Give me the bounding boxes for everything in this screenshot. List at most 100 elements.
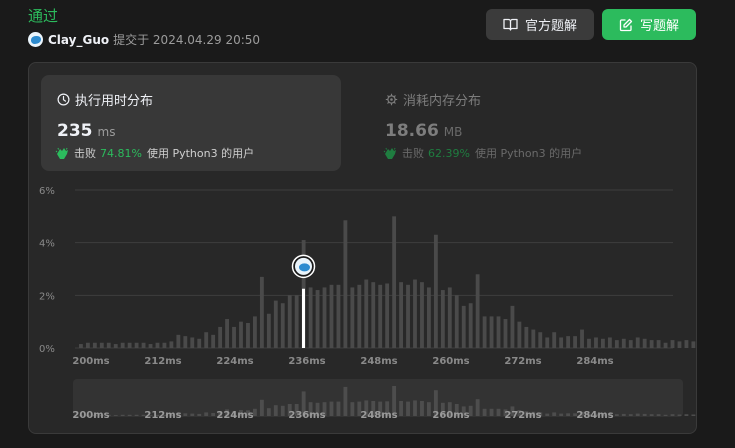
- mini-bar: [559, 413, 564, 416]
- bar: [106, 342, 111, 348]
- bar: [552, 332, 557, 348]
- mini-bar: [545, 413, 550, 416]
- mini-bar: [628, 414, 633, 416]
- bar: [204, 332, 209, 348]
- mini-bar: [684, 414, 689, 416]
- bar: [496, 316, 501, 348]
- mini-bar: [677, 414, 682, 416]
- bar: [273, 300, 278, 348]
- mini-bar: [420, 401, 424, 416]
- bar: [253, 316, 257, 348]
- x-tick-label: 236ms: [288, 356, 325, 367]
- mini-x-tick-label: 200ms: [72, 410, 109, 421]
- bar: [113, 344, 118, 348]
- y-tick-label: 6%: [39, 186, 55, 197]
- mini-x-tick-label: 224ms: [216, 410, 253, 421]
- bar: [392, 216, 397, 348]
- mini-bar: [566, 413, 571, 416]
- bar: [378, 284, 383, 348]
- username[interactable]: Clay_Guo: [48, 33, 109, 47]
- bar: [607, 337, 612, 348]
- runtime-distribution-chart: 6% 4% 2% 0% 200ms 200ms 212ms 212ms 224ms 224ms 23…: [39, 186, 696, 421]
- mini-bar: [280, 405, 285, 416]
- y-tick-label: 2%: [39, 291, 55, 302]
- avatar[interactable]: [28, 32, 43, 47]
- mini-bar: [329, 401, 334, 416]
- bar: [538, 332, 543, 348]
- mini-bar: [134, 414, 139, 416]
- bar: [573, 336, 577, 348]
- bar: [420, 282, 424, 348]
- bar: [315, 290, 320, 348]
- mini-bar: [496, 408, 501, 416]
- official-solution-button[interactable]: 官方题解: [486, 9, 594, 40]
- bar: [259, 276, 264, 348]
- bar: [155, 342, 160, 348]
- bar: [594, 337, 598, 348]
- bar: [621, 338, 626, 348]
- bar: [566, 336, 571, 348]
- bar: [510, 305, 515, 348]
- mini-bar: [656, 414, 661, 416]
- bar: [461, 305, 466, 348]
- bar: [239, 321, 243, 348]
- mini-bar: [691, 414, 696, 416]
- bar: [406, 284, 410, 348]
- submitted-time: 提交于 2024.04.29 20:50: [113, 33, 261, 47]
- bar: [684, 340, 689, 348]
- bar: [559, 337, 564, 348]
- write-solution-label: 写题解: [639, 19, 679, 34]
- bar: [322, 287, 327, 348]
- mini-bar: [663, 414, 668, 416]
- bar: [246, 322, 250, 348]
- bar: [183, 336, 188, 348]
- bar: [468, 303, 473, 348]
- mini-x-tick-label: 212ms: [144, 410, 181, 421]
- bar: [489, 316, 494, 348]
- bar: [308, 287, 313, 348]
- mini-bar: [183, 413, 188, 416]
- bar: [266, 313, 271, 348]
- bar: [580, 329, 584, 348]
- mini-bar: [489, 408, 494, 416]
- mini-bar: [273, 405, 278, 416]
- bar: [427, 287, 431, 348]
- user-marker-avatar-shape: [299, 263, 310, 272]
- bar: [280, 303, 285, 348]
- bar: [85, 342, 90, 348]
- mini-bar: [336, 401, 341, 416]
- mini-x-tick-label: 248ms: [360, 410, 397, 421]
- edit-icon: [619, 18, 633, 31]
- x-tick-label: 224ms: [216, 356, 253, 367]
- write-solution-button[interactable]: 写题解: [602, 9, 696, 40]
- bar: [677, 341, 682, 348]
- bar: [211, 334, 216, 348]
- bar: [475, 274, 480, 348]
- y-tick-label: 0%: [39, 344, 55, 355]
- bar: [524, 326, 529, 348]
- bar: [218, 326, 223, 348]
- bar: [120, 342, 125, 348]
- bar: [287, 295, 292, 348]
- bar: [148, 344, 153, 348]
- mini-bar: [427, 402, 431, 416]
- bar: [232, 326, 236, 348]
- mini-bar: [475, 399, 480, 416]
- bar: [371, 282, 376, 348]
- mini-bar: [552, 412, 557, 416]
- mini-bar: [670, 414, 675, 416]
- y-tick-label: 4%: [39, 239, 55, 250]
- bar: [447, 287, 452, 348]
- bar: [691, 341, 696, 348]
- bar: [294, 295, 299, 348]
- bar: [517, 321, 522, 348]
- bar: [357, 284, 362, 348]
- submission-info: Clay_Guo 提交于 2024.04.29 20:50: [28, 31, 260, 48]
- bar: [413, 279, 417, 348]
- mini-bar: [127, 414, 132, 416]
- bar: [92, 342, 97, 348]
- mini-bar: [120, 414, 125, 416]
- bar: [614, 340, 619, 348]
- bar: [663, 342, 668, 348]
- bar: [197, 338, 202, 348]
